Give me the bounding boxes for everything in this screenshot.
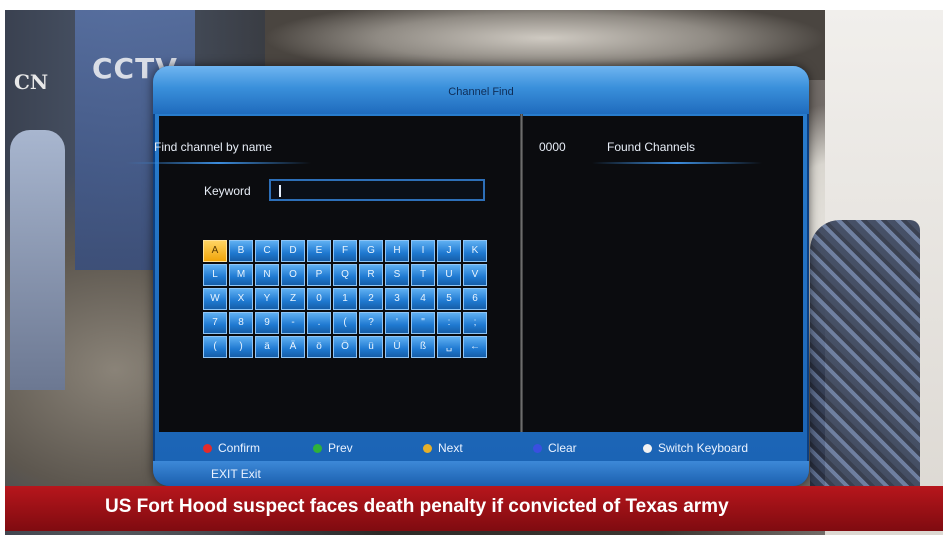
find-by-name-label: Find channel by name (154, 140, 273, 154)
keyboard-key[interactable]: ( (333, 312, 357, 334)
confirm-label: Confirm (218, 441, 261, 455)
keyboard-key[interactable]: ö (307, 336, 331, 358)
tv-screen: CN CCTV Channel Find Confirm Prev Next C… (0, 0, 948, 540)
keyword-label: Keyword (204, 184, 251, 198)
keyboard-key[interactable]: S (385, 264, 409, 286)
keyboard-key[interactable]: X (229, 288, 253, 310)
clear-hint[interactable]: Clear (533, 441, 577, 455)
keyboard-key[interactable]: Ü (385, 336, 409, 358)
keyboard-key[interactable]: O (281, 264, 305, 286)
keyboard-key[interactable]: ß (411, 336, 435, 358)
next-label: Next (438, 441, 463, 455)
cn-logo: CN (14, 70, 49, 94)
right-header-underline (592, 162, 762, 164)
keyboard-key[interactable]: L (203, 264, 227, 286)
keyboard-key[interactable]: U (437, 264, 461, 286)
keyboard-key[interactable]: ? (359, 312, 383, 334)
keyboard-key[interactable]: ä (255, 336, 279, 358)
keyboard-key[interactable]: W (203, 288, 227, 310)
prev-hint[interactable]: Prev (313, 441, 353, 455)
keyboard-key[interactable]: C (255, 240, 279, 262)
switch-keyboard-hint[interactable]: Switch Keyboard (643, 441, 748, 455)
keyboard-key[interactable]: " (411, 312, 435, 334)
keyword-input[interactable] (269, 179, 485, 201)
keyboard-key[interactable]: 1 (333, 288, 357, 310)
keyboard-key[interactable]: F (333, 240, 357, 262)
keyboard-row: () ä Äö Öü Üß ␣ ← (203, 336, 490, 358)
keyboard-key[interactable]: R (359, 264, 383, 286)
prev-label: Prev (328, 441, 353, 455)
keyboard-key[interactable]: - (281, 312, 305, 334)
keyboard-key[interactable]: V (463, 264, 487, 286)
next-hint[interactable]: Next (423, 441, 463, 455)
keyboard-key[interactable]: B (229, 240, 253, 262)
keyboard-key[interactable]: N (255, 264, 279, 286)
keyboard-key[interactable]: ; (463, 312, 487, 334)
keyboard-key[interactable]: ← (463, 336, 487, 358)
keyboard-key[interactable]: Q (333, 264, 357, 286)
right-panel-header: Found Channels (592, 140, 762, 164)
keyboard-key[interactable]: E (307, 240, 331, 262)
keyboard-key[interactable]: 5 (437, 288, 461, 310)
keyboard-key[interactable]: Z (281, 288, 305, 310)
video-person (10, 130, 65, 390)
exit-hint[interactable]: EXIT Exit (211, 467, 261, 481)
keyboard-row: ABCDEFGHIJK (203, 240, 490, 262)
on-screen-keyboard: A B C D E F G H I J K L M N O P Q R S T U V W X Y Z 0 1 2 3 4 5 6 7 8 9-.(?… (203, 240, 490, 360)
left-header-underline (126, 162, 311, 164)
switch-keyboard-label: Switch Keyboard (658, 441, 749, 455)
keyboard-key[interactable]: 0 (307, 288, 331, 310)
keyboard-row: 7 8 9-.(? ' ":; (203, 312, 490, 334)
ticker-text: US Fort Hood suspect faces death penalty… (105, 496, 729, 517)
yellow-button-icon (423, 443, 432, 453)
keyboard-key[interactable]: A (203, 240, 227, 262)
keyboard-key[interactable]: ) (229, 336, 253, 358)
found-count: 0000 (539, 140, 566, 154)
keyboard-key[interactable]: ' (385, 312, 409, 334)
dialog-title: Channel Find (448, 86, 514, 98)
text-caret (279, 185, 281, 197)
keyboard-key[interactable]: ␣ (437, 336, 461, 358)
keyboard-row: LMNOPQRSTUV (203, 264, 490, 286)
keyboard-key[interactable]: Y (255, 288, 279, 310)
keyboard-key[interactable]: . (307, 312, 331, 334)
title-bar: Channel Find (153, 66, 809, 114)
keyboard-key[interactable]: 3 (385, 288, 409, 310)
keyboard-key[interactable]: J (437, 240, 461, 262)
keyboard-key[interactable]: I (411, 240, 435, 262)
keyboard-key[interactable]: Ä (281, 336, 305, 358)
clear-label: Clear (548, 441, 577, 455)
green-button-icon (313, 443, 322, 453)
keyboard-key[interactable]: 7 (203, 312, 227, 334)
keyboard-key[interactable]: T (411, 264, 435, 286)
news-ticker: US Fort Hood suspect faces death penalty… (5, 486, 943, 531)
found-channels-label: Found Channels (607, 140, 696, 154)
keyboard-key[interactable]: 9 (255, 312, 279, 334)
keyboard-key[interactable]: 8 (229, 312, 253, 334)
keyboard-key[interactable]: 4 (411, 288, 435, 310)
keyboard-key[interactable]: G (359, 240, 383, 262)
keyboard-key[interactable]: ü (359, 336, 383, 358)
exit-bar: EXIT Exit (153, 461, 809, 486)
keyboard-key[interactable]: K (463, 240, 487, 262)
blue-button-icon (533, 443, 542, 453)
confirm-hint[interactable]: Confirm (203, 441, 260, 455)
keyboard-key[interactable]: H (385, 240, 409, 262)
column-divider (520, 114, 523, 432)
keyboard-key[interactable]: ( (203, 336, 227, 358)
keyboard-key[interactable]: 6 (463, 288, 487, 310)
keyboard-key[interactable]: Ö (333, 336, 357, 358)
keyboard-key[interactable]: M (229, 264, 253, 286)
keyboard-row: WXYZ0123456 (203, 288, 490, 310)
red-button-icon (203, 443, 212, 453)
video-shirt (810, 220, 920, 500)
left-panel-header: Find channel by name (126, 140, 311, 164)
keyboard-key[interactable]: P (307, 264, 331, 286)
white-button-icon (643, 443, 652, 453)
keyboard-key[interactable]: 2 (359, 288, 383, 310)
keyboard-key[interactable]: : (437, 312, 461, 334)
keyboard-key[interactable]: D (281, 240, 305, 262)
footer-hints: Confirm Prev Next Clear Switch Keyboard (153, 435, 809, 460)
